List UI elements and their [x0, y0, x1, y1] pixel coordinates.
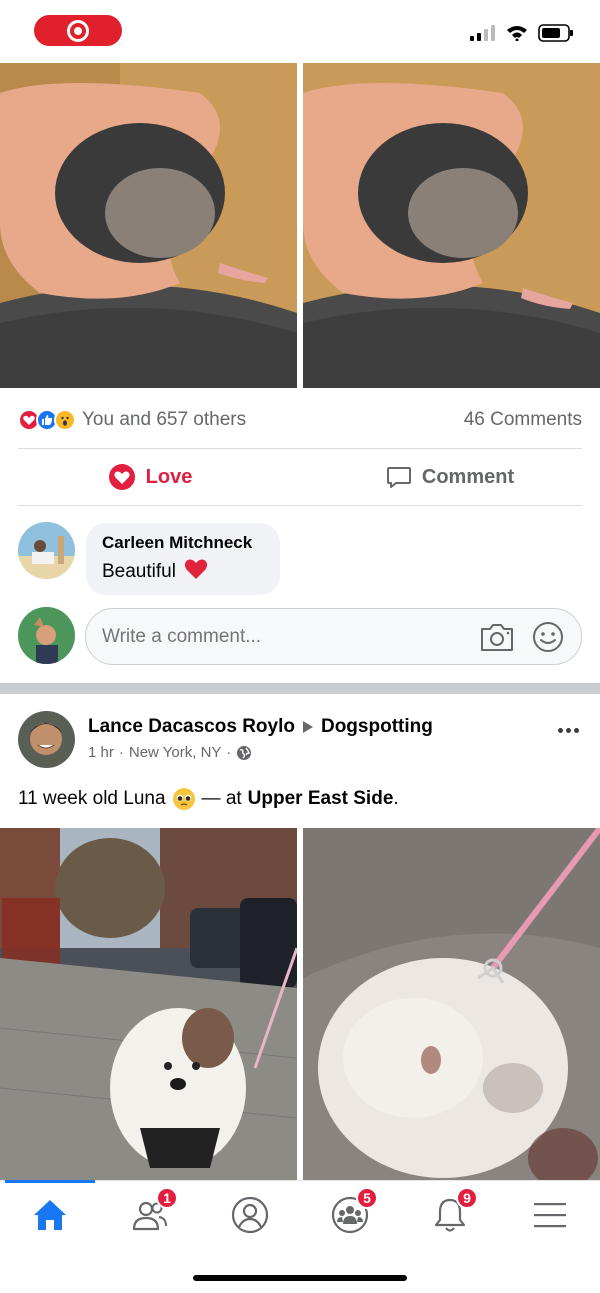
pleading-face-emoji-icon [172, 788, 195, 810]
write-comment-input[interactable] [102, 625, 479, 648]
wow-reaction-icon [54, 409, 76, 431]
tab-menu[interactable] [520, 1195, 580, 1235]
friends-badge: 1 [156, 1187, 178, 1209]
menu-icon [534, 1203, 566, 1228]
meta-separator: · [226, 744, 232, 761]
tab-friends[interactable]: 1 [120, 1187, 180, 1235]
love-icon [108, 464, 135, 490]
screen-recording-indicator[interactable] [34, 15, 122, 46]
comment-icon [386, 467, 411, 488]
post-photo-dog-closeup[interactable] [303, 828, 600, 1180]
emoji-icon[interactable] [531, 620, 565, 654]
divider [18, 505, 582, 506]
post-meta: 1 hr · New York, NY · [88, 744, 252, 761]
post-photo-hamster-1[interactable] [0, 63, 297, 388]
post-author-name[interactable]: Lance Dacascos Roylo [88, 716, 295, 738]
commenter-avatar[interactable] [18, 522, 75, 579]
feed-separator [0, 683, 600, 694]
post-text: 11 week old Luna — at Upper East Side. [18, 787, 399, 811]
comment-text: Beautiful [102, 561, 176, 582]
my-avatar[interactable] [18, 607, 75, 664]
post-photo-hamster-2[interactable] [303, 63, 600, 388]
post-photo-dog-street[interactable] [0, 828, 297, 1180]
notifications-badge: 9 [456, 1187, 478, 1209]
comments-count[interactable]: 46 Comments [464, 409, 582, 431]
post-caption-end: . [393, 788, 399, 809]
post-header: Lance Dacascos Roylo Dogspotting 1 hr · … [0, 706, 600, 772]
status-bar [0, 0, 600, 62]
post-time[interactable]: 1 hr [88, 744, 114, 761]
active-tab-indicator [5, 1180, 95, 1183]
red-heart-icon [185, 559, 208, 579]
reactions-summary[interactable]: You and 657 others 46 Comments [0, 392, 600, 448]
signal-icon [470, 25, 495, 41]
comment-label: Comment [421, 465, 515, 488]
more-dot [565, 727, 571, 733]
comment-composer[interactable] [85, 608, 582, 665]
post-caption-connector: — at [201, 788, 242, 809]
shared-to-arrow-icon [302, 721, 313, 733]
post-location[interactable]: New York, NY [129, 744, 222, 761]
comment-bubble[interactable]: Carleen Mitchneck Beautiful [86, 523, 280, 595]
post-options-button[interactable] [554, 716, 582, 744]
profile-icon [231, 1196, 269, 1234]
post-actions: Love Comment [0, 449, 600, 505]
checkin-place[interactable]: Upper East Side [248, 788, 394, 810]
tab-notifications[interactable]: 9 [420, 1187, 480, 1235]
author-avatar[interactable] [18, 711, 75, 768]
group-name[interactable]: Dogspotting [321, 716, 433, 738]
globe-icon [237, 745, 252, 760]
home-indicator[interactable] [193, 1275, 407, 1281]
system-icons [470, 24, 574, 42]
battery-icon [538, 24, 573, 42]
love-label: Love [145, 465, 193, 488]
camera-icon[interactable] [479, 621, 515, 653]
reactions-text: You and 657 others [82, 409, 247, 430]
more-dot [557, 727, 563, 733]
meta-separator: · [118, 744, 124, 761]
more-dot [573, 727, 579, 733]
tab-groups[interactable]: 5 [320, 1187, 380, 1235]
home-icon [34, 1200, 66, 1230]
post-caption: 11 week old Luna [18, 788, 166, 809]
love-button[interactable]: Love [0, 449, 300, 505]
comment-author[interactable]: Carleen Mitchneck [102, 533, 264, 553]
tab-home[interactable] [20, 1195, 80, 1235]
groups-badge: 5 [356, 1187, 378, 1209]
record-icon [67, 19, 89, 42]
reaction-icons [18, 409, 76, 431]
comment-button[interactable]: Comment [300, 449, 600, 505]
tab-profile[interactable] [220, 1195, 280, 1235]
wifi-icon [507, 26, 527, 41]
